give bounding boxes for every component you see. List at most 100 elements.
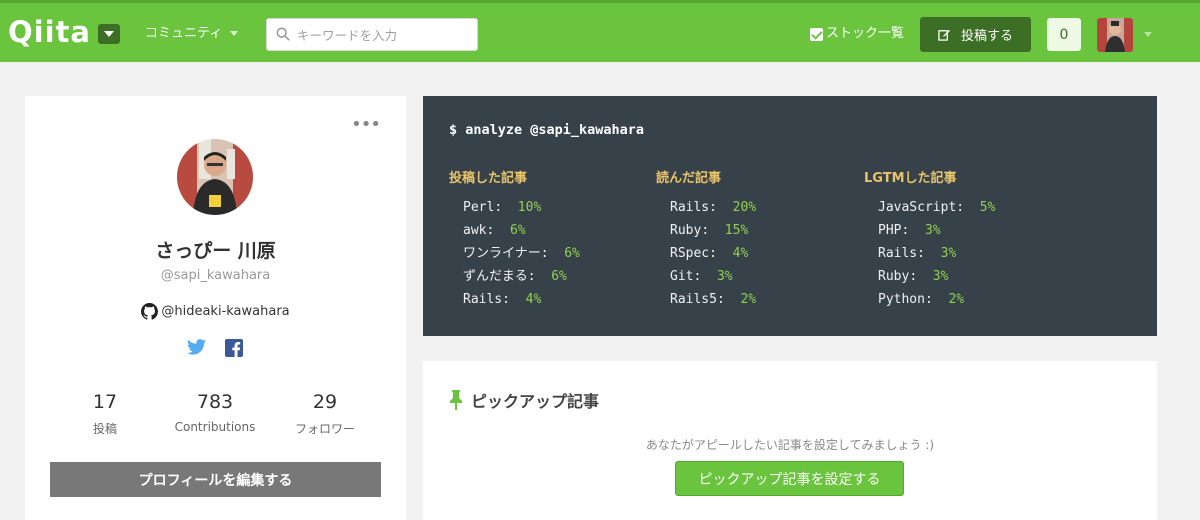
notification-badge[interactable]: 0 xyxy=(1047,18,1081,51)
avatar-image xyxy=(1097,18,1133,52)
qiita-logo[interactable]: Qiita xyxy=(8,15,91,49)
github-handle: @hideaki-kawahara xyxy=(161,304,290,319)
tag-pct: 5% xyxy=(979,200,996,215)
tag-pct: 3% xyxy=(924,223,941,238)
column-title: LGTMした記事 xyxy=(864,171,957,186)
pickup-message: あなたがアピールしたい記事を設定してみましょう :) xyxy=(645,438,935,452)
stat-followers[interactable]: 29 フォロワー xyxy=(285,390,365,437)
global-header: Qiita コミュニティ ストック一覧 投稿する 0 xyxy=(0,0,1200,62)
post-button[interactable]: 投稿する xyxy=(920,17,1031,52)
tag-pct: 4% xyxy=(525,292,542,307)
tag-name: PHP xyxy=(878,223,902,238)
stat-posts[interactable]: 17 投稿 xyxy=(75,390,135,437)
tag-pct: 6% xyxy=(564,246,580,261)
tag-row[interactable]: Git: 3% xyxy=(656,265,756,288)
stat-label: Contributions xyxy=(174,420,256,434)
profile-card: ••• さっぴー 川原 @sapi_kawahara @hideaki-kawa… xyxy=(25,96,406,520)
profile-avatar xyxy=(177,139,253,215)
search-input[interactable] xyxy=(297,23,469,47)
github-link[interactable]: @hideaki-kawahara xyxy=(25,303,406,320)
set-pickup-button[interactable]: ピックアップ記事を設定する xyxy=(675,461,904,496)
analyze-panel: $ analyze @sapi_kawahara 投稿した記事 Perl: 10… xyxy=(423,96,1157,336)
tag-pct: 4% xyxy=(732,246,749,261)
tag-name: Rails xyxy=(670,200,710,215)
tag-row[interactable]: JavaScript: 5% xyxy=(864,196,995,219)
pin-icon xyxy=(450,390,462,410)
pickup-panel: ピックアップ記事 あなたがアピールしたい記事を設定してみましょう :) ピックア… xyxy=(423,361,1157,520)
logo-dropdown-button[interactable] xyxy=(98,24,120,44)
column-title: 読んだ記事 xyxy=(656,171,722,186)
tag-pct: 3% xyxy=(932,269,949,284)
analyze-column-read: 読んだ記事 Rails: 20% Ruby: 15% RSpec: 4% Git… xyxy=(656,167,756,311)
pickup-heading: ピックアップ記事 xyxy=(449,388,599,412)
chevron-down-icon[interactable] xyxy=(1144,32,1152,37)
tag-name: Rails5 xyxy=(670,292,717,307)
profile-handle: @sapi_kawahara xyxy=(160,268,271,283)
tag-pct: 10% xyxy=(517,200,542,215)
edit-icon xyxy=(938,29,951,41)
user-avatar[interactable] xyxy=(1097,18,1133,52)
tag-row[interactable]: Rails: 3% xyxy=(864,242,995,265)
tag-row[interactable]: ずんだまる: 6% xyxy=(449,265,580,288)
stat-label: フォロワー xyxy=(294,422,355,436)
tag-name: Rails xyxy=(463,292,503,307)
search-box[interactable] xyxy=(266,18,478,51)
stat-value: 783 xyxy=(196,391,234,413)
tag-name: Rails xyxy=(878,246,918,261)
tag-row[interactable]: awk: 6% xyxy=(449,219,580,242)
tag-row[interactable]: Python: 2% xyxy=(864,288,995,311)
stat-label: 投稿 xyxy=(92,422,117,436)
tag-pct: 3% xyxy=(940,246,957,261)
tag-row[interactable]: Perl: 10% xyxy=(449,196,580,219)
tag-name: Ruby xyxy=(670,223,702,238)
analyze-column-lgtm: LGTMした記事 JavaScript: 5% PHP: 3% Rails: 3… xyxy=(864,167,995,311)
tag-row[interactable]: PHP: 3% xyxy=(864,219,995,242)
edit-profile-button[interactable]: プロフィールを編集する xyxy=(50,462,381,497)
social-links xyxy=(187,339,243,357)
column-title: 投稿した記事 xyxy=(449,171,528,186)
community-menu[interactable]: コミュニティ xyxy=(145,25,239,43)
stock-list-link[interactable]: ストック一覧 xyxy=(810,25,904,43)
tag-pct: 6% xyxy=(509,223,526,238)
tag-name: ワンライナー xyxy=(463,246,541,261)
tag-pct: 15% xyxy=(724,223,749,238)
tag-name: awk xyxy=(463,223,487,238)
tag-row[interactable]: Ruby: 3% xyxy=(864,265,995,288)
post-label: 投稿する xyxy=(960,29,1013,44)
tag-name: Git xyxy=(670,269,694,284)
tag-row[interactable]: Rails: 4% xyxy=(449,288,580,311)
tag-name: RSpec xyxy=(670,246,710,261)
pickup-title: ピックアップ記事 xyxy=(471,392,600,411)
profile-name: さっぴー 川原 xyxy=(155,240,276,262)
tag-row[interactable]: RSpec: 4% xyxy=(656,242,756,265)
check-icon xyxy=(810,27,823,41)
search-icon xyxy=(276,27,290,41)
tag-row[interactable]: Rails: 20% xyxy=(656,196,756,219)
tag-pct: 2% xyxy=(740,292,757,307)
tag-name: Python xyxy=(878,292,925,307)
tag-pct: 2% xyxy=(948,292,965,307)
tag-row[interactable]: Ruby: 15% xyxy=(656,219,756,242)
stat-value: 29 xyxy=(312,391,338,413)
facebook-icon[interactable] xyxy=(225,339,243,357)
twitter-icon[interactable] xyxy=(187,339,206,355)
tag-name: Ruby xyxy=(878,269,910,284)
tag-pct: 6% xyxy=(551,269,567,284)
chevron-down-icon xyxy=(230,31,239,36)
tag-row[interactable]: Rails5: 2% xyxy=(656,288,756,311)
analyze-column-posted: 投稿した記事 Perl: 10% awk: 6% ワンライナー: 6% ずんだま… xyxy=(449,167,580,311)
community-label: コミュニティ xyxy=(145,26,223,41)
profile-avatar-image xyxy=(177,139,253,215)
tag-name: ずんだまる xyxy=(463,269,528,284)
tag-row[interactable]: ワンライナー: 6% xyxy=(449,242,580,265)
stock-list-label: ストック一覧 xyxy=(826,26,905,41)
tag-pct: 3% xyxy=(716,269,733,284)
github-icon xyxy=(141,303,159,320)
analyze-command: $ analyze @sapi_kawahara xyxy=(449,122,645,138)
stat-contributions[interactable]: 783 Contributions xyxy=(165,390,265,434)
tag-name: Perl xyxy=(463,200,495,215)
tag-pct: 20% xyxy=(732,200,757,215)
more-icon[interactable]: ••• xyxy=(351,116,381,134)
tag-name: JavaScript xyxy=(878,200,957,215)
stat-value: 17 xyxy=(92,391,118,413)
